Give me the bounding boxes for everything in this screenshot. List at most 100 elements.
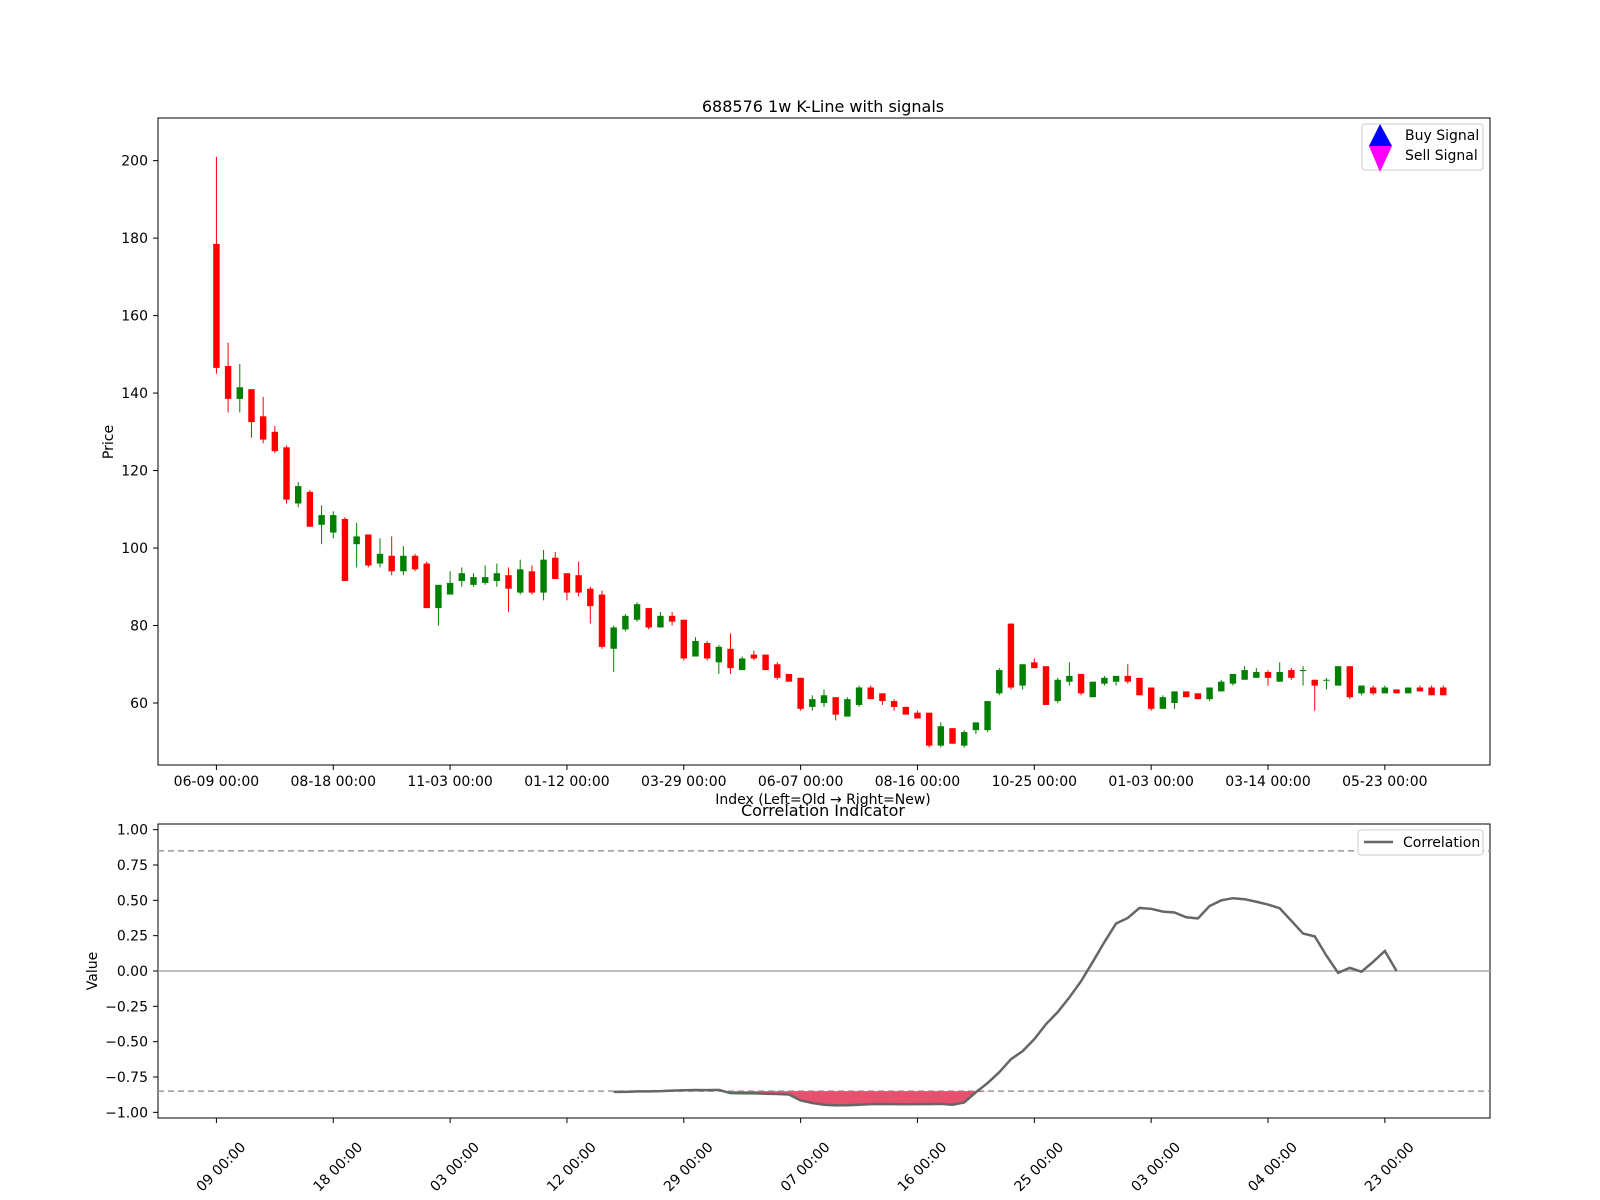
x-tick-label: 06-09 00:00 bbox=[174, 774, 259, 790]
x-tick-label: 18 00:00 bbox=[310, 1140, 366, 1196]
y-tick-label: 160 bbox=[121, 309, 148, 325]
x-tick-label: 03 00:00 bbox=[427, 1140, 483, 1196]
candle-body bbox=[984, 701, 991, 731]
candle-body bbox=[306, 491, 314, 527]
candle-body bbox=[785, 673, 793, 682]
candle-body bbox=[738, 658, 746, 671]
candle-body bbox=[937, 726, 945, 746]
y-tick-label: 1.00 bbox=[117, 823, 148, 839]
candle-body bbox=[1346, 666, 1354, 698]
candle-body bbox=[1299, 670, 1307, 672]
candle-body bbox=[330, 515, 337, 533]
candle-body bbox=[1358, 685, 1365, 694]
x-tick-label: 23 00:00 bbox=[1362, 1140, 1418, 1196]
candle-body bbox=[890, 701, 898, 707]
candle-body bbox=[1171, 691, 1178, 704]
candle-body bbox=[1136, 677, 1143, 696]
candle-body bbox=[703, 642, 711, 659]
correlation-line bbox=[613, 896, 1398, 1107]
candle-body bbox=[1288, 670, 1295, 678]
candle-body bbox=[1182, 691, 1190, 698]
candle-body bbox=[832, 697, 839, 715]
candle-body bbox=[540, 559, 547, 593]
legend-buy-signal: Buy Signal bbox=[1405, 128, 1479, 144]
candle-body bbox=[1416, 687, 1424, 692]
y-tick-label: 0.00 bbox=[117, 964, 148, 980]
y-tick-label: 0.50 bbox=[117, 893, 148, 909]
candle-body bbox=[470, 577, 477, 585]
x-tick-label: 16 00:00 bbox=[895, 1140, 951, 1196]
candle-body bbox=[1054, 679, 1061, 702]
y-tick-label: −0.50 bbox=[105, 1035, 148, 1051]
candle-body bbox=[271, 431, 279, 452]
candle-body bbox=[435, 584, 442, 609]
candle-body bbox=[1042, 666, 1050, 705]
candle-body bbox=[376, 553, 384, 564]
candle-body bbox=[692, 641, 699, 657]
candle-body bbox=[1381, 687, 1389, 694]
y-tick-label: 140 bbox=[121, 386, 148, 402]
candle-body bbox=[552, 557, 559, 580]
kline-x-axis: 06-09 00:00 08-18 00:00 11-03 00:00 01-12 0… bbox=[174, 765, 1428, 790]
candle-body bbox=[493, 573, 501, 581]
candle-body bbox=[914, 712, 921, 719]
kline-title: 688576 1w K-Line with signals bbox=[702, 97, 944, 116]
candle-body bbox=[283, 447, 290, 500]
candle-body bbox=[855, 687, 863, 705]
candle-body bbox=[610, 627, 617, 649]
correlation-y-axis: −1.00 −0.75 −0.50 −0.25 0.00 0.25 0.50 0.75 1.00 bbox=[105, 823, 158, 1121]
candle-body bbox=[867, 687, 874, 700]
x-tick-label: 04 00:00 bbox=[1245, 1140, 1301, 1196]
candle-body bbox=[365, 534, 372, 566]
x-tick-label: 07 00:00 bbox=[778, 1140, 834, 1196]
chart-figure: 688576 1w K-Line with signals 60 80 100 120… bbox=[85, 97, 1491, 1196]
candle-body bbox=[446, 582, 454, 595]
correlation-lines bbox=[158, 850, 1490, 1107]
candle-body bbox=[294, 486, 302, 504]
candle-body bbox=[259, 416, 267, 440]
x-tick-label: 03 00:00 bbox=[1128, 1140, 1184, 1196]
x-tick-label: 25 00:00 bbox=[1012, 1140, 1068, 1196]
candle-body bbox=[1147, 687, 1155, 709]
kline-y-axis: 60 80 100 120 140 160 180 200 bbox=[121, 154, 158, 712]
candle-body bbox=[318, 515, 325, 525]
candle-body bbox=[224, 365, 232, 399]
x-tick-label: 11-03 00:00 bbox=[407, 774, 492, 790]
candle-body bbox=[1253, 672, 1260, 678]
x-tick-label: 09 00:00 bbox=[194, 1140, 250, 1196]
candle-body bbox=[727, 648, 734, 669]
candle-body bbox=[213, 243, 220, 368]
y-tick-label: 100 bbox=[121, 541, 148, 557]
candle-body bbox=[1241, 670, 1248, 680]
candle-body bbox=[1334, 666, 1342, 686]
x-tick-label: 10-25 00:00 bbox=[992, 774, 1077, 790]
candle-body bbox=[645, 608, 652, 628]
candle-body bbox=[1276, 672, 1283, 682]
candle-body bbox=[1369, 687, 1377, 694]
candle-body bbox=[750, 654, 758, 659]
candle-body bbox=[1124, 675, 1132, 682]
candle-body bbox=[1194, 693, 1202, 700]
candle-body bbox=[633, 604, 641, 620]
candle-body bbox=[809, 699, 816, 707]
legend-sell-signal: Sell Signal bbox=[1405, 148, 1478, 164]
y-tick-label: 180 bbox=[121, 231, 148, 247]
candle-body bbox=[1229, 673, 1237, 684]
candle-body bbox=[1066, 675, 1073, 682]
candle-body bbox=[1323, 679, 1330, 681]
candle-body bbox=[668, 615, 676, 622]
candle-body bbox=[411, 555, 419, 570]
correlation-title: Correlation Indicator bbox=[741, 801, 905, 820]
x-tick-label: 01-03 00:00 bbox=[1108, 774, 1193, 790]
kline-plot-frame bbox=[157, 117, 1491, 766]
candle-body bbox=[598, 594, 606, 647]
candle-body bbox=[949, 728, 956, 744]
x-tick-label: 03-14 00:00 bbox=[1225, 774, 1310, 790]
candle-body bbox=[516, 569, 524, 593]
candle-body bbox=[458, 573, 466, 581]
x-tick-label: 03-29 00:00 bbox=[641, 774, 726, 790]
candle-body bbox=[715, 646, 723, 663]
y-tick-label: 120 bbox=[121, 464, 148, 480]
x-tick-label: 08-18 00:00 bbox=[291, 774, 376, 790]
x-tick-label: 05-23 00:00 bbox=[1342, 774, 1427, 790]
